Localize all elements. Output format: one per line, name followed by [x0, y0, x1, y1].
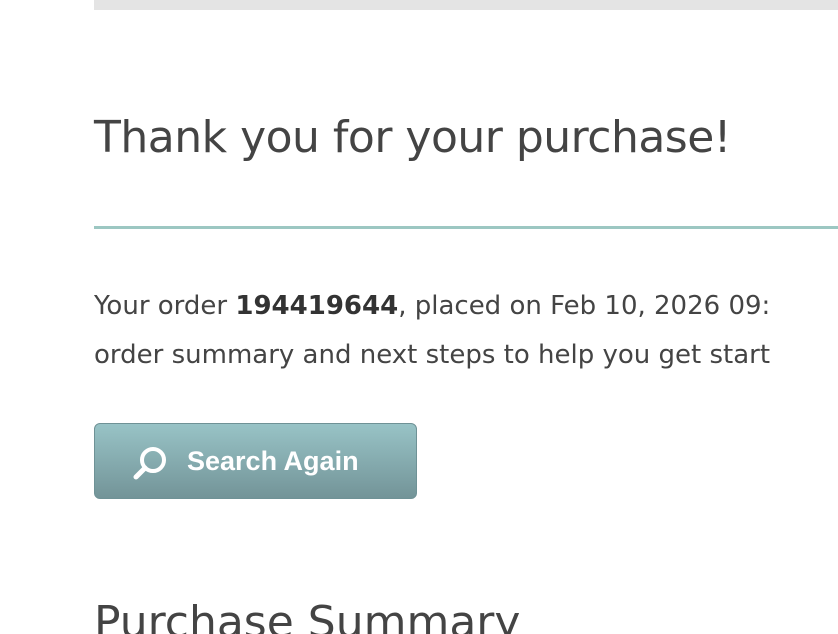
search-again-label: Search Again: [187, 445, 359, 476]
order-prefix: Your order: [94, 291, 236, 321]
search-icon: [131, 444, 171, 484]
page-title: Thank you for your purchase!: [94, 112, 731, 163]
order-suffix: , placed on Feb 10, 2026 09:: [398, 291, 771, 321]
order-line-2: order summary and next steps to help you…: [94, 340, 771, 370]
confirmation-page: Thank you for your purchase! Your order …: [0, 0, 838, 634]
top-bar: [94, 0, 838, 10]
order-message: Your order 194419644, placed on Feb 10, …: [94, 282, 770, 380]
divider: [94, 226, 838, 229]
order-number: 194419644: [235, 291, 399, 321]
purchase-summary-heading: Purchase Summary: [94, 597, 521, 634]
search-again-button[interactable]: Search Again: [94, 423, 417, 499]
